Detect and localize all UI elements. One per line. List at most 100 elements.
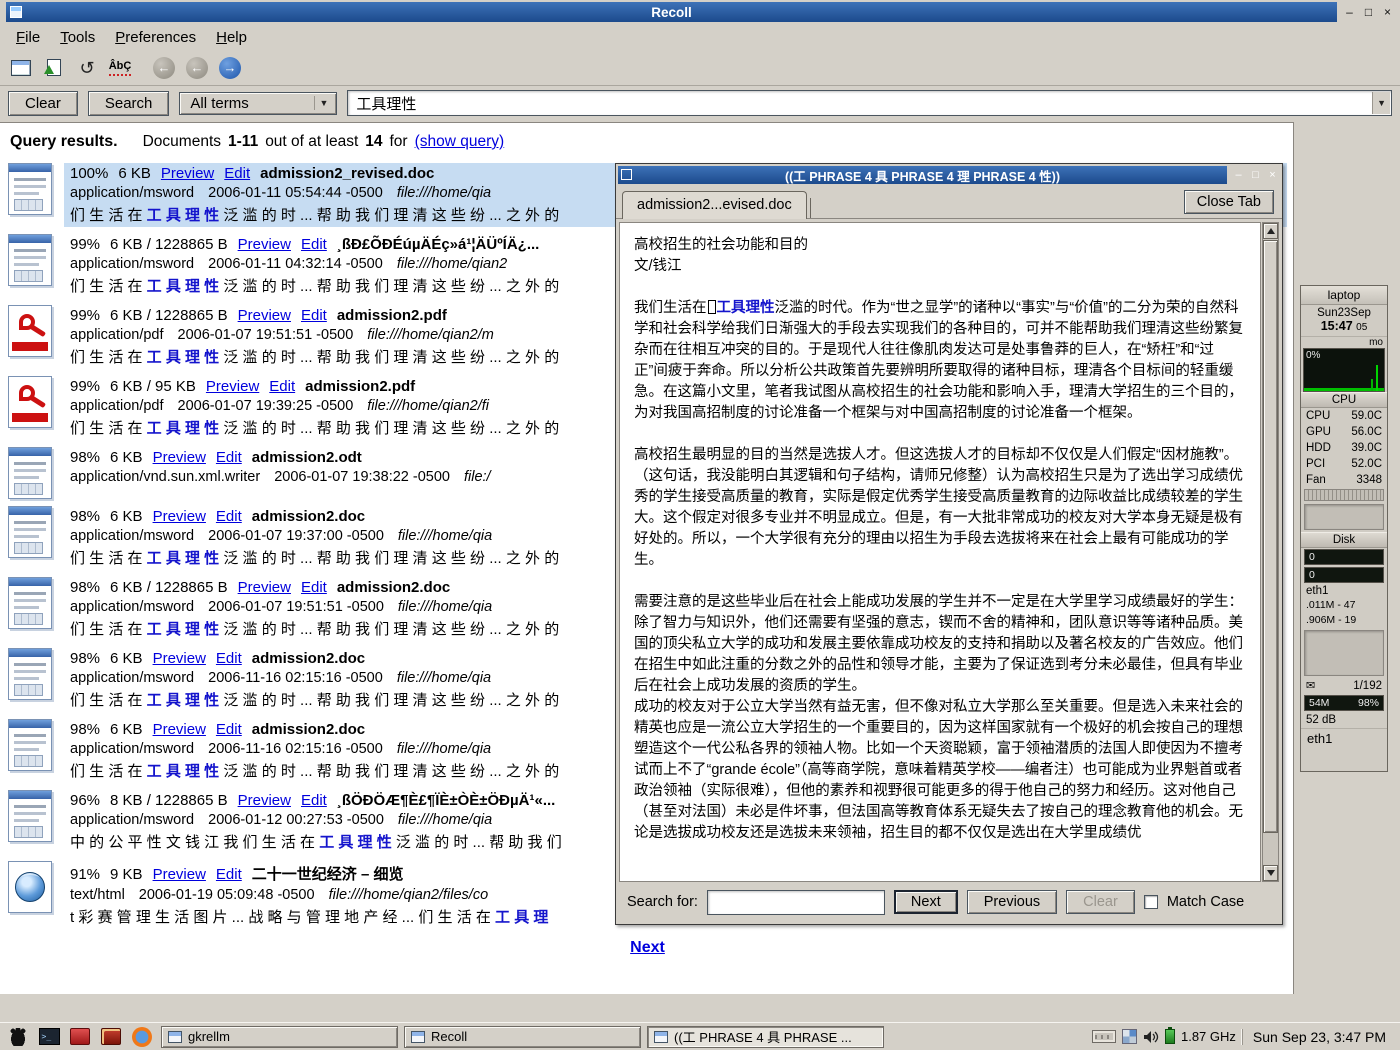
doc-file-icon bbox=[8, 234, 52, 286]
scroll-down-icon[interactable] bbox=[1263, 865, 1278, 881]
result-preview-link[interactable]: Preview bbox=[206, 378, 259, 395]
open-document-button[interactable] bbox=[39, 54, 69, 82]
result-preview-link[interactable]: Preview bbox=[161, 165, 214, 182]
result-edit-link[interactable]: Edit bbox=[216, 449, 242, 466]
result-size: 6 KB bbox=[110, 650, 143, 667]
mail-count: 1/192 bbox=[1353, 678, 1382, 694]
result-edit-link[interactable]: Edit bbox=[224, 165, 250, 182]
scrollbar-thumb[interactable] bbox=[1263, 240, 1278, 833]
match-case-checkbox[interactable] bbox=[1144, 895, 1158, 909]
result-edit-link[interactable]: Edit bbox=[216, 721, 242, 738]
result-size: 9 KB bbox=[110, 866, 143, 883]
taskbar-tasks: gkrellm Recoll ((工 PHRASE 4 具 PHRASE ... bbox=[161, 1026, 884, 1048]
reload-icon: ↺ bbox=[79, 59, 94, 77]
result-preview-link[interactable]: Preview bbox=[153, 721, 206, 738]
search-button[interactable]: Search bbox=[88, 91, 170, 116]
main-menu-button[interactable] bbox=[6, 1026, 30, 1048]
clear-button[interactable]: Clear bbox=[8, 91, 78, 116]
result-preview-link[interactable]: Preview bbox=[153, 650, 206, 667]
results-table-button[interactable] bbox=[6, 54, 36, 82]
find-input[interactable] bbox=[707, 890, 885, 915]
for-label: for bbox=[390, 133, 408, 151]
result-preview-link[interactable]: Preview bbox=[238, 792, 291, 809]
result-relevance: 98% bbox=[70, 650, 100, 667]
result-edit-link[interactable]: Edit bbox=[269, 378, 295, 395]
next-page-link[interactable]: Next bbox=[630, 939, 665, 957]
result-mime: application/msword bbox=[70, 741, 194, 757]
find-previous-button[interactable]: Previous bbox=[967, 890, 1057, 914]
preview-tab[interactable]: admission2...evised.doc bbox=[622, 191, 807, 219]
menu-file[interactable]: File bbox=[6, 26, 50, 49]
result-edit-link[interactable]: Edit bbox=[216, 650, 242, 667]
refresh-button[interactable]: ↺ bbox=[72, 54, 102, 82]
result-mime: application/msword bbox=[70, 599, 194, 615]
result-edit-link[interactable]: Edit bbox=[216, 508, 242, 525]
spellcheck-button[interactable]: ÂbÇ bbox=[105, 54, 135, 82]
close-icon[interactable]: × bbox=[1265, 168, 1280, 183]
preview-findbar: Search for: Next Previous Clear Match Ca… bbox=[619, 883, 1279, 921]
firefox-launcher[interactable] bbox=[130, 1026, 154, 1048]
workspace-grid-icon[interactable] bbox=[1122, 1029, 1137, 1044]
gkrellm-time: 15:47 bbox=[1321, 319, 1353, 333]
search-row: Clear Search All terms ▼ 工具理性 ▼ bbox=[0, 86, 1400, 120]
nav-forward-button[interactable]: → bbox=[215, 54, 245, 82]
terminal-launcher[interactable]: >_ bbox=[37, 1026, 61, 1048]
docs-range: 1-11 bbox=[228, 133, 258, 151]
cpu-frequency: 1.87 GHz bbox=[1181, 1029, 1236, 1044]
menu-tools[interactable]: Tools bbox=[50, 26, 105, 49]
result-edit-link[interactable]: Edit bbox=[216, 866, 242, 883]
close-icon[interactable]: × bbox=[1379, 4, 1396, 21]
results-header: Query results. Documents 1-11 out of at … bbox=[10, 133, 1287, 151]
speaker-icon[interactable] bbox=[1143, 1030, 1159, 1044]
recoll-titlebar[interactable]: Recoll – □ × bbox=[0, 0, 1400, 24]
result-preview-link[interactable]: Preview bbox=[153, 866, 206, 883]
result-url: file:///home/qia bbox=[398, 812, 492, 828]
taskbar-task[interactable]: Recoll bbox=[404, 1026, 641, 1048]
result-edit-link[interactable]: Edit bbox=[301, 236, 327, 253]
result-url: file:///home/qia bbox=[397, 670, 491, 686]
gk-temps: CPU59.0CGPU56.0CHDD39.0CPCI52.0C bbox=[1301, 408, 1387, 472]
preview-text[interactable]: 高校招生的社会功能和目的文/钱江我们生活在工具理性泛滥的时代。作为“世之显学”的… bbox=[619, 222, 1261, 882]
search-mode-select[interactable]: All terms ▼ bbox=[179, 92, 337, 115]
find-clear-button[interactable]: Clear bbox=[1066, 890, 1135, 914]
result-preview-link[interactable]: Preview bbox=[153, 508, 206, 525]
gkrellm-hostname: laptop bbox=[1301, 286, 1387, 305]
taskbar-clock[interactable]: Sun Sep 23, 3:47 PM bbox=[1242, 1029, 1394, 1045]
result-url: file:/ bbox=[464, 469, 491, 485]
result-relevance: 98% bbox=[70, 449, 100, 466]
result-date: 2006-01-11 05:54:44 -0500 bbox=[208, 185, 383, 201]
preview-scrollbar[interactable] bbox=[1262, 222, 1279, 882]
keyboard-icon[interactable] bbox=[1092, 1030, 1116, 1043]
find-next-button[interactable]: Next bbox=[894, 890, 958, 914]
nav-first-button[interactable]: ← bbox=[149, 54, 179, 82]
app-launcher-2[interactable] bbox=[99, 1026, 123, 1048]
result-edit-link[interactable]: Edit bbox=[301, 792, 327, 809]
result-edit-link[interactable]: Edit bbox=[301, 307, 327, 324]
maximize-icon[interactable]: □ bbox=[1360, 4, 1377, 21]
taskbar-task[interactable]: ((工 PHRASE 4 具 PHRASE ... bbox=[647, 1026, 884, 1048]
result-title: admission2.pdf bbox=[305, 378, 415, 395]
result-preview-link[interactable]: Preview bbox=[153, 449, 206, 466]
result-preview-link[interactable]: Preview bbox=[238, 236, 291, 253]
chevron-down-icon: ▼ bbox=[314, 96, 332, 110]
result-edit-link[interactable]: Edit bbox=[301, 579, 327, 596]
show-query-link[interactable]: (show query) bbox=[415, 133, 505, 151]
menu-preferences[interactable]: Preferences bbox=[105, 26, 206, 49]
result-preview-link[interactable]: Preview bbox=[238, 307, 291, 324]
nav-back-button[interactable]: ← bbox=[182, 54, 212, 82]
battery-icon[interactable] bbox=[1165, 1029, 1175, 1044]
taskbar-task[interactable]: gkrellm bbox=[161, 1026, 398, 1048]
close-tab-button[interactable]: Close Tab bbox=[1184, 190, 1274, 214]
menu-help[interactable]: Help bbox=[206, 26, 257, 49]
result-size: 6 KB bbox=[110, 449, 143, 466]
minimize-icon[interactable]: – bbox=[1341, 4, 1358, 21]
preview-titlebar[interactable]: ((工 PHRASE 4 具 PHRASE 4 理 PHRASE 4 性)) –… bbox=[616, 164, 1282, 186]
result-preview-link[interactable]: Preview bbox=[238, 579, 291, 596]
maximize-icon[interactable]: □ bbox=[1248, 168, 1263, 183]
minimize-icon[interactable]: – bbox=[1231, 168, 1246, 183]
scroll-up-icon[interactable] bbox=[1263, 223, 1278, 239]
query-input[interactable]: 工具理性 ▼ bbox=[347, 90, 1392, 116]
app-launcher-1[interactable] bbox=[68, 1026, 92, 1048]
pdf-file-icon bbox=[8, 305, 52, 357]
menubar: FileToolsPreferencesHelp bbox=[0, 24, 1400, 50]
